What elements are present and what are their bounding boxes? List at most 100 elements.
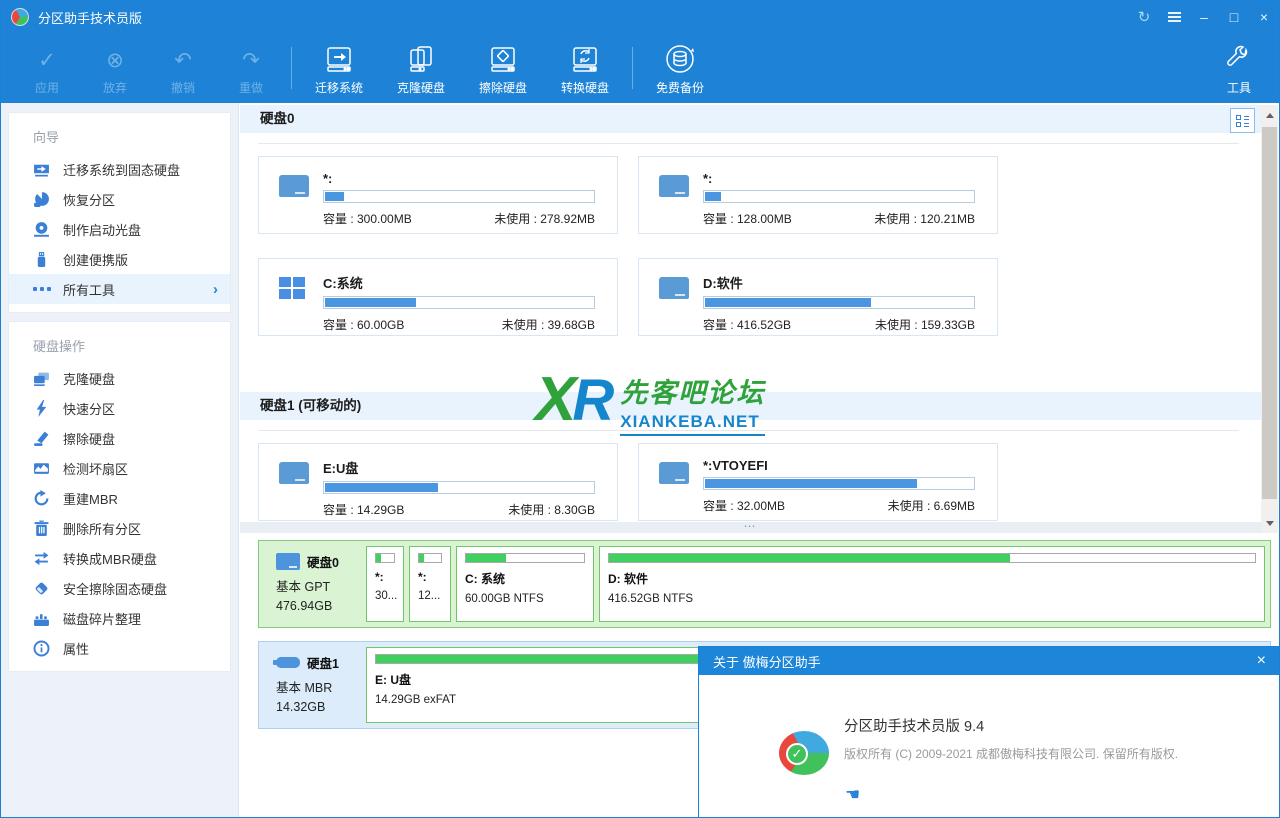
capacity-label: 容量 : 128.00MB [703,210,792,227]
disk-type: 基本 MBR [276,677,361,696]
sidebar-item-all-tools[interactable]: 所有工具 › [9,274,230,304]
partition-block[interactable]: D: 软件 416.52GB NTFS [599,546,1265,622]
scrollbar-thumb[interactable] [1262,127,1277,499]
capacity-label: 容量 : 14.29GB [323,501,404,518]
drive-icon [279,462,309,484]
partition-card[interactable]: D:软件 容量 : 416.52GB 未使用 : 159.33GB [638,258,998,336]
sidebar-item-secure-erase-ssd[interactable]: 安全擦除固态硬盘 [9,573,230,603]
usage-bar [608,553,1256,563]
partition-card[interactable]: *: 容量 : 300.00MB 未使用 : 278.92MB [258,156,618,234]
refresh-icon[interactable]: ↻ [1129,1,1159,33]
usage-bar [418,553,442,563]
sidebar-item-properties[interactable]: 属性 [9,633,230,663]
sidebar-item-make-bootable-media[interactable]: 制作启动光盘 [9,214,230,244]
sidebar-item-disk-defrag[interactable]: 磁盘碎片整理 [9,603,230,633]
convert-disk-button[interactable]: 转换硬盘 [544,33,626,103]
capacity-label: 容量 : 300.00MB [323,210,412,227]
partition-block[interactable]: *: 30... [366,546,404,622]
usage-bar [323,296,595,309]
about-dialog: 关于 傲梅分区助手 × ✓ 分区助手技术员版 9.4 版权所有 (C) 2009… [698,646,1280,818]
tools-button[interactable]: 工具 [1209,33,1269,103]
wipe-disk-button[interactable]: 擦除硬盘 [462,33,544,103]
sidebar-item-delete-all-partitions[interactable]: 删除所有分区 [9,513,230,543]
maximize-button[interactable]: □ [1219,1,1249,33]
disk1-label[interactable]: 硬盘1 基本 MBR 14.32GB [264,647,361,723]
sidebar-item-create-portable[interactable]: 创建便携版 [9,244,230,274]
app-window: 分区助手技术员版 ↻ – □ × ✓ 应用 ⊗ 放弃 ↶ 撤销 ↷ 重做 [0,0,1280,818]
unused-label: 未使用 : 120.21MB [874,210,975,227]
partition-card[interactable]: E:U盘 容量 : 14.29GB 未使用 : 8.30GB [258,443,618,521]
check-badge-icon: ✓ [786,743,808,765]
minimize-button[interactable]: – [1189,1,1219,33]
usage-bar [703,296,975,309]
partition-card[interactable]: *:VTOYEFI 容量 : 32.00MB 未使用 : 6.69MB [638,443,998,521]
dialog-copyright: 版权所有 (C) 2009-2021 成都傲梅科技有限公司. 保留所有版权. [844,745,1178,762]
dialog-titlebar: 关于 傲梅分区助手 × [699,647,1280,675]
divider [258,143,1239,144]
disk0-header: 硬盘0 [240,105,1261,133]
apply-button[interactable]: ✓ 应用 [13,33,81,103]
sidebar-item-rebuild-mbr[interactable]: 重建MBR [9,483,230,513]
undo-button[interactable]: ↶ 撤销 [149,33,217,103]
pane-splitter[interactable]: ⋯ [240,522,1261,533]
app-title: 分区助手技术员版 [38,8,142,27]
toolbar: ✓ 应用 ⊗ 放弃 ↶ 撤销 ↷ 重做 迁移系统 [1,33,1279,103]
free-backup-button[interactable]: 免费备份 [639,33,721,103]
sidebar-item-recover-partition[interactable]: 恢复分区 [9,184,230,214]
view-toggle-button[interactable] [1230,108,1255,133]
bad-sector-wave-icon [33,460,50,477]
menu-icon[interactable] [1159,1,1189,33]
capacity-label: 容量 : 416.52GB [703,316,791,333]
redo-button[interactable]: ↷ 重做 [217,33,285,103]
list-view-icon [1236,115,1249,127]
usb-disk-icon [276,657,300,668]
app-pie-logo-icon: ✓ [779,731,833,779]
sidebar-item-quick-partition[interactable]: 快速分区 [9,393,230,423]
unused-label: 未使用 : 6.69MB [888,497,975,514]
all-tools-dots-icon [33,281,50,298]
sidebar-item-clone-disk[interactable]: 克隆硬盘 [9,363,230,393]
sidebar: 向导 迁移系统到固态硬盘 恢复分区 制作启动光盘 创建便携版 [1,103,239,817]
bootable-disc-icon [33,221,50,238]
vertical-scrollbar[interactable] [1261,105,1278,533]
disk1-header: 硬盘1 (可移动的) [240,392,1261,420]
windows-logo-icon [279,277,305,299]
disk-map-row-disk0: 硬盘0 基本 GPT 476.94GB *: 30... *: 12... C:… [258,540,1271,628]
section-title: 向导 [9,123,230,154]
sidebar-item-convert-to-mbr[interactable]: 转换成MBR硬盘 [9,543,230,573]
toolbar-separator [291,47,292,89]
disk0-label[interactable]: 硬盘0 基本 GPT 476.94GB [264,546,361,622]
drive-icon [659,462,689,484]
scroll-down-button[interactable] [1261,513,1278,533]
unused-label: 未使用 : 39.68GB [502,316,595,333]
sidebar-section-disk-operations: 硬盘操作 克隆硬盘 快速分区 擦除硬盘 检测坏扇区 [8,321,231,672]
eraser-icon [33,580,50,597]
dialog-close-button[interactable]: × [1257,652,1266,670]
capacity-label: 容量 : 60.00GB [323,316,404,333]
lightning-icon [33,400,50,417]
sidebar-item-check-bad-sectors[interactable]: 检测坏扇区 [9,453,230,483]
unused-label: 未使用 : 278.92MB [494,210,595,227]
clone-disk-button[interactable]: 克隆硬盘 [380,33,462,103]
close-button[interactable]: × [1249,1,1279,33]
section-title: 硬盘操作 [9,332,230,363]
usage-bar [323,481,595,494]
rebuild-rotate-icon [33,490,50,507]
disk-type: 基本 GPT [276,576,361,595]
discard-button[interactable]: ⊗ 放弃 [81,33,149,103]
sidebar-item-migrate-os-to-ssd[interactable]: 迁移系统到固态硬盘 [9,154,230,184]
defrag-bars-icon [33,610,50,627]
sidebar-section-wizard: 向导 迁移系统到固态硬盘 恢复分区 制作启动光盘 创建便携版 [8,112,231,313]
apply-check-icon: ✓ [38,44,56,78]
undo-icon: ↶ [174,44,192,78]
partition-card[interactable]: C:系统 容量 : 60.00GB 未使用 : 39.68GB [258,258,618,336]
scroll-up-button[interactable] [1261,105,1278,125]
wrench-icon [1224,42,1254,78]
capacity-label: 容量 : 32.00MB [703,497,785,514]
sidebar-item-wipe-disk[interactable]: 擦除硬盘 [9,423,230,453]
convert-arrows-icon [33,550,50,567]
migrate-os-button[interactable]: 迁移系统 [298,33,380,103]
partition-block[interactable]: *: 12... [409,546,451,622]
partition-block[interactable]: C: 系统 60.00GB NTFS [456,546,594,622]
partition-card[interactable]: *: 容量 : 128.00MB 未使用 : 120.21MB [638,156,998,234]
